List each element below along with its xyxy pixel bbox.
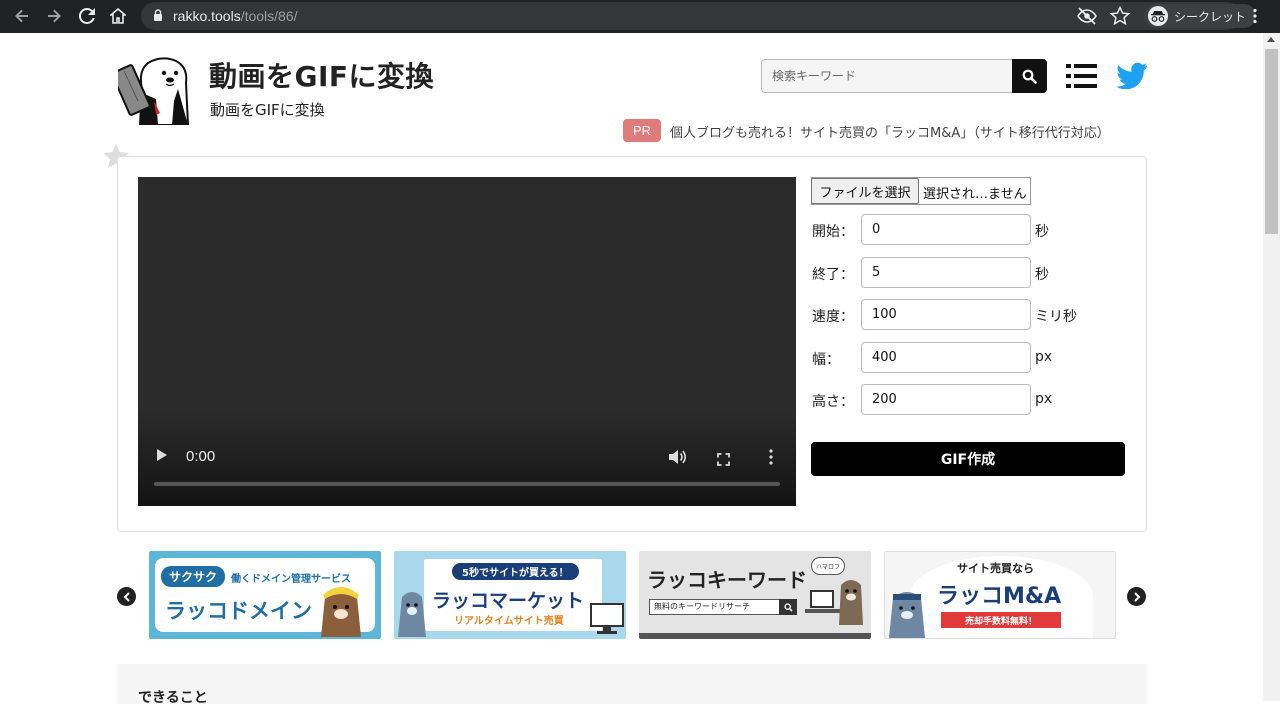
banner-rakko-market[interactable]: 5秒でサイトが買える！ ラッコマーケット リアルタイムサイト売買 bbox=[394, 551, 626, 639]
features-heading: できること bbox=[138, 690, 208, 706]
choose-file-button[interactable]: ファイルを選択 bbox=[811, 178, 919, 204]
search-button[interactable] bbox=[1012, 59, 1047, 93]
chevron-right-icon bbox=[1133, 591, 1140, 602]
banner-sub: リアルタイムサイト売買 bbox=[454, 616, 564, 627]
lock-icon[interactable] bbox=[153, 8, 163, 24]
otter-mascot-icon bbox=[321, 587, 361, 637]
carousel-next-button[interactable] bbox=[1127, 587, 1146, 606]
start-input[interactable] bbox=[861, 214, 1031, 245]
video-more-icon[interactable] bbox=[769, 449, 773, 465]
video-progress-bar[interactable] bbox=[154, 482, 780, 486]
create-gif-button[interactable]: GIF作成 bbox=[811, 442, 1125, 476]
chevron-left-icon bbox=[123, 591, 130, 602]
banner-ribbon: 売却手数料無料！ bbox=[941, 612, 1061, 628]
play-icon[interactable] bbox=[157, 449, 167, 461]
carousel-prev-button[interactable] bbox=[117, 587, 136, 606]
home-icon[interactable] bbox=[102, 0, 134, 32]
search-icon bbox=[1022, 69, 1037, 84]
video-time: 0:00 bbox=[186, 448, 216, 465]
scroll-up-arrow-icon[interactable] bbox=[1267, 37, 1275, 42]
reload-icon[interactable] bbox=[71, 0, 103, 32]
page-subtitle: 動画をGIFに変換 bbox=[210, 101, 325, 119]
volume-icon[interactable] bbox=[668, 449, 686, 465]
video-controls-overlay bbox=[138, 411, 796, 506]
otter-mascot-icon bbox=[398, 592, 426, 637]
fullscreen-icon[interactable] bbox=[717, 451, 730, 466]
end-unit: 秒 bbox=[1035, 267, 1049, 283]
url-path: /tools/86/ bbox=[240, 8, 298, 24]
bookmark-star-icon[interactable] bbox=[1109, 5, 1131, 31]
banner-tag: サクサク bbox=[161, 566, 226, 587]
incognito-label: シークレット bbox=[1174, 9, 1247, 24]
search-input[interactable] bbox=[761, 59, 1012, 93]
speed-unit: ミリ秒 bbox=[1035, 309, 1077, 325]
url-host: rakko.tools bbox=[173, 8, 241, 24]
width-unit: px bbox=[1035, 349, 1053, 365]
banner-rakko-domain[interactable]: サクサク 働くドメイン管理サービス ラッコドメイン bbox=[149, 551, 381, 639]
incognito-icon bbox=[1148, 6, 1168, 26]
file-status: 選択され…ません bbox=[923, 187, 1027, 202]
height-unit: px bbox=[1035, 391, 1053, 407]
speed-label: 速度： bbox=[812, 309, 854, 325]
page-scrollbar[interactable] bbox=[1263, 33, 1280, 701]
banner-title: ラッコマーケット bbox=[432, 590, 585, 612]
eye-off-icon[interactable] bbox=[1076, 5, 1098, 31]
width-input[interactable] bbox=[861, 342, 1031, 373]
otter-mascot-icon bbox=[889, 592, 925, 638]
banner-sub: 無料のキーワードリサーチ bbox=[649, 599, 797, 615]
pr-badge: PR bbox=[623, 119, 661, 142]
banner-title: ラッコキーワード bbox=[647, 568, 807, 592]
speech-bubble: ハマロフ bbox=[811, 557, 845, 575]
browser-menu-icon[interactable] bbox=[1252, 8, 1258, 28]
page-title: 動画をGIFに変換 bbox=[209, 60, 435, 93]
width-label: 幅： bbox=[812, 352, 840, 368]
start-unit: 秒 bbox=[1035, 224, 1049, 240]
video-player[interactable]: 0:00 bbox=[138, 177, 796, 506]
start-label: 開始： bbox=[812, 224, 854, 240]
banner-title: ラッコM&A bbox=[937, 584, 1062, 609]
banner-top: サイト売買なら bbox=[957, 562, 1034, 575]
banner-tag: 5秒でサイトが買える！ bbox=[452, 563, 579, 580]
features-section bbox=[117, 664, 1147, 704]
otter-at-desk-icon bbox=[805, 580, 863, 625]
scroll-thumb[interactable] bbox=[1265, 49, 1278, 234]
height-label: 高さ： bbox=[812, 394, 854, 410]
pr-link[interactable]: 個人ブログも売れる！サイト売買の「ラッコM&A」（サイト移行代行対応） bbox=[670, 122, 1110, 141]
back-icon[interactable] bbox=[6, 0, 38, 32]
end-input[interactable] bbox=[861, 257, 1031, 288]
menu-list-icon[interactable] bbox=[1066, 63, 1097, 89]
rakko-logo[interactable] bbox=[111, 53, 194, 126]
browser-toolbar: rakko.tools/tools/86/ シークレット bbox=[0, 0, 1280, 33]
site-search bbox=[761, 59, 1047, 93]
search-icon bbox=[779, 599, 797, 615]
banner-title: ラッコドメイン bbox=[165, 599, 312, 623]
speed-input[interactable] bbox=[861, 299, 1031, 330]
monitor-icon bbox=[590, 603, 624, 634]
incognito-badge[interactable]: シークレット bbox=[1144, 4, 1257, 28]
forward-icon[interactable] bbox=[38, 0, 70, 32]
banner-rakko-ma[interactable]: サイト売買なら ラッコM&A 売却手数料無料！ bbox=[884, 551, 1116, 639]
banner-rakko-keyword[interactable]: ラッコキーワード 無料のキーワードリサーチ ハマロフ bbox=[639, 551, 871, 639]
twitter-icon[interactable] bbox=[1116, 62, 1147, 90]
height-input[interactable] bbox=[861, 384, 1031, 415]
end-label: 終了： bbox=[812, 267, 854, 283]
